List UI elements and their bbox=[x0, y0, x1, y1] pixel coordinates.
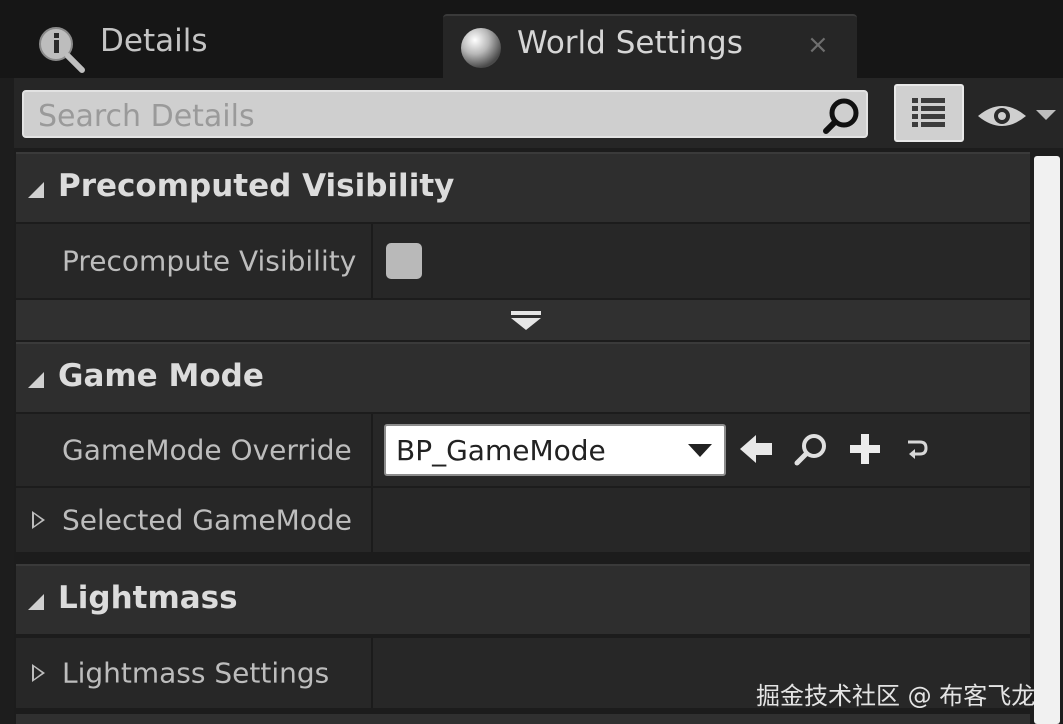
advanced-expander[interactable] bbox=[16, 714, 1030, 724]
property-label: Lightmass Settings bbox=[62, 656, 330, 690]
browse-search-icon[interactable] bbox=[792, 432, 830, 472]
tab-details-label: Details bbox=[100, 23, 208, 59]
column-divider[interactable] bbox=[371, 488, 373, 552]
expand-advanced-icon bbox=[511, 309, 541, 337]
category-game-mode[interactable]: Game Mode bbox=[16, 342, 1030, 412]
collapse-arrow-icon[interactable] bbox=[28, 372, 44, 388]
property-selected-gamemode[interactable]: Selected GameMode bbox=[16, 488, 1030, 552]
property-label: Selected GameMode bbox=[62, 503, 352, 537]
tab-world-settings-label: World Settings bbox=[517, 25, 743, 61]
gamemode-override-combo[interactable]: BP_GameMode bbox=[384, 424, 726, 476]
search-icon[interactable] bbox=[820, 96, 864, 140]
category-lightmass[interactable]: Lightmass bbox=[16, 564, 1030, 634]
property-label: Precompute Visibility bbox=[62, 244, 357, 278]
collapse-arrow-icon[interactable] bbox=[28, 594, 44, 610]
tab-details[interactable]: Details bbox=[14, 14, 434, 78]
plus-icon[interactable] bbox=[848, 432, 882, 470]
category-title: Precomputed Visibility bbox=[58, 168, 455, 204]
world-sphere-icon bbox=[457, 24, 505, 76]
combo-value: BP_GameMode bbox=[396, 434, 606, 467]
search-input[interactable] bbox=[36, 96, 810, 136]
collapse-arrow-icon[interactable] bbox=[28, 182, 44, 198]
reset-icon[interactable] bbox=[904, 436, 930, 466]
category-precomputed-visibility[interactable]: Precomputed Visibility bbox=[16, 152, 1030, 222]
tab-world-settings[interactable]: World Settings × bbox=[443, 14, 857, 78]
use-selected-arrow-icon[interactable] bbox=[738, 432, 776, 470]
column-divider[interactable] bbox=[371, 224, 373, 298]
details-info-icon bbox=[36, 24, 88, 80]
details-toolbar bbox=[14, 78, 1063, 148]
visibility-filter-button[interactable] bbox=[976, 98, 1060, 134]
property-precompute-visibility: Precompute Visibility bbox=[16, 224, 1030, 298]
property-gamemode-override: GameMode Override BP_GameMode bbox=[16, 414, 1030, 486]
tab-bar: Details World Settings × bbox=[0, 0, 1063, 78]
chevron-down-icon bbox=[688, 444, 712, 457]
expand-arrow-icon[interactable] bbox=[32, 664, 45, 682]
scrollbar-thumb[interactable] bbox=[1034, 156, 1060, 724]
details-panel: Precomputed Visibility Precompute Visibi… bbox=[14, 148, 1030, 724]
search-box[interactable] bbox=[22, 90, 868, 138]
expand-arrow-icon[interactable] bbox=[32, 511, 45, 529]
watermark: 掘金技术社区 @ 布客飞龙 bbox=[756, 682, 1036, 710]
precompute-visibility-checkbox[interactable] bbox=[386, 243, 422, 279]
property-label: GameMode Override bbox=[62, 433, 352, 467]
column-divider[interactable] bbox=[371, 638, 373, 708]
view-options-button[interactable] bbox=[894, 84, 964, 142]
advanced-expander[interactable] bbox=[16, 300, 1030, 340]
column-divider[interactable] bbox=[371, 414, 373, 486]
category-title: Game Mode bbox=[58, 358, 264, 394]
close-tab-button[interactable]: × bbox=[807, 30, 829, 60]
category-title: Lightmass bbox=[58, 580, 238, 616]
